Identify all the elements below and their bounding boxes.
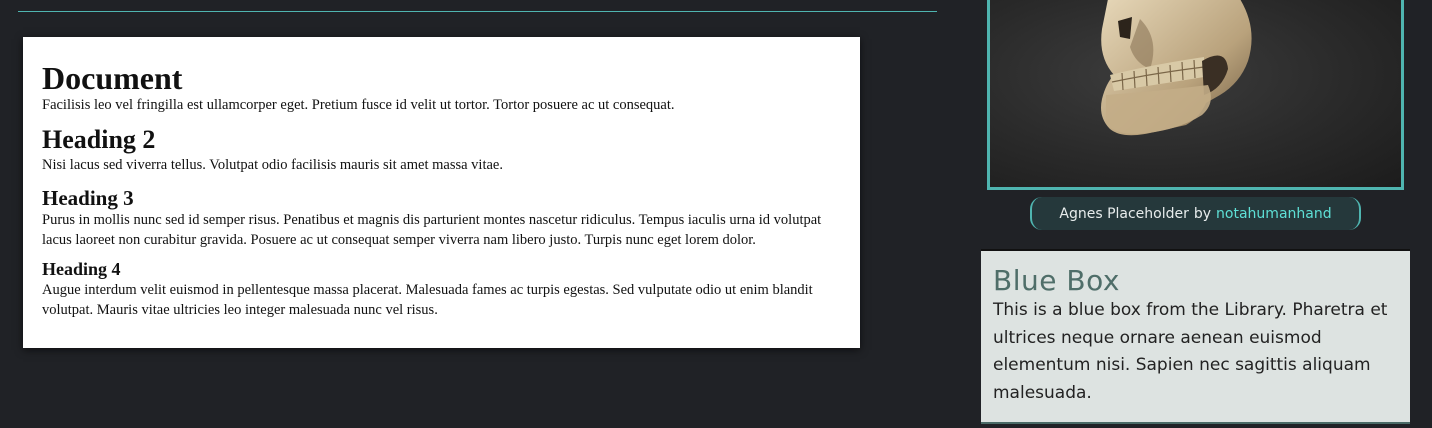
image-caption: Agnes Placeholder by notahumanhand (1030, 197, 1361, 230)
heading-4-paragraph: Augue interdum velit euismod in pellente… (42, 282, 813, 318)
heading-2-paragraph: Nisi lacus sed viverra tellus. Volutpat … (42, 157, 503, 173)
page: Document Facilisis leo vel fringilla est… (0, 0, 1432, 428)
blue-box-title: Blue Box (993, 264, 1120, 297)
document-title: Document (42, 60, 183, 96)
skull-image-frame (987, 0, 1404, 190)
document-card: Document Facilisis leo vel fringilla est… (23, 37, 860, 348)
intro-paragraph: Facilisis leo vel fringilla est ullamcor… (42, 97, 675, 113)
blue-box-body: This is a blue box from the Library. Pha… (993, 300, 1388, 403)
caption-author-link[interactable]: notahumanhand (1216, 206, 1332, 222)
skull-illustration (1101, 0, 1252, 136)
caption-by: by (1193, 205, 1212, 222)
blue-box: Blue Box This is a blue box from the Lib… (981, 249, 1410, 424)
heading-2: Heading 2 (42, 125, 156, 154)
caption-name: Agnes Placeholder (1059, 205, 1189, 222)
heading-3: Heading 3 (42, 186, 134, 210)
top-divider (18, 11, 937, 12)
heading-3-paragraph: Purus in mollis nunc sed id semper risus… (42, 212, 822, 248)
heading-4: Heading 4 (42, 259, 121, 279)
